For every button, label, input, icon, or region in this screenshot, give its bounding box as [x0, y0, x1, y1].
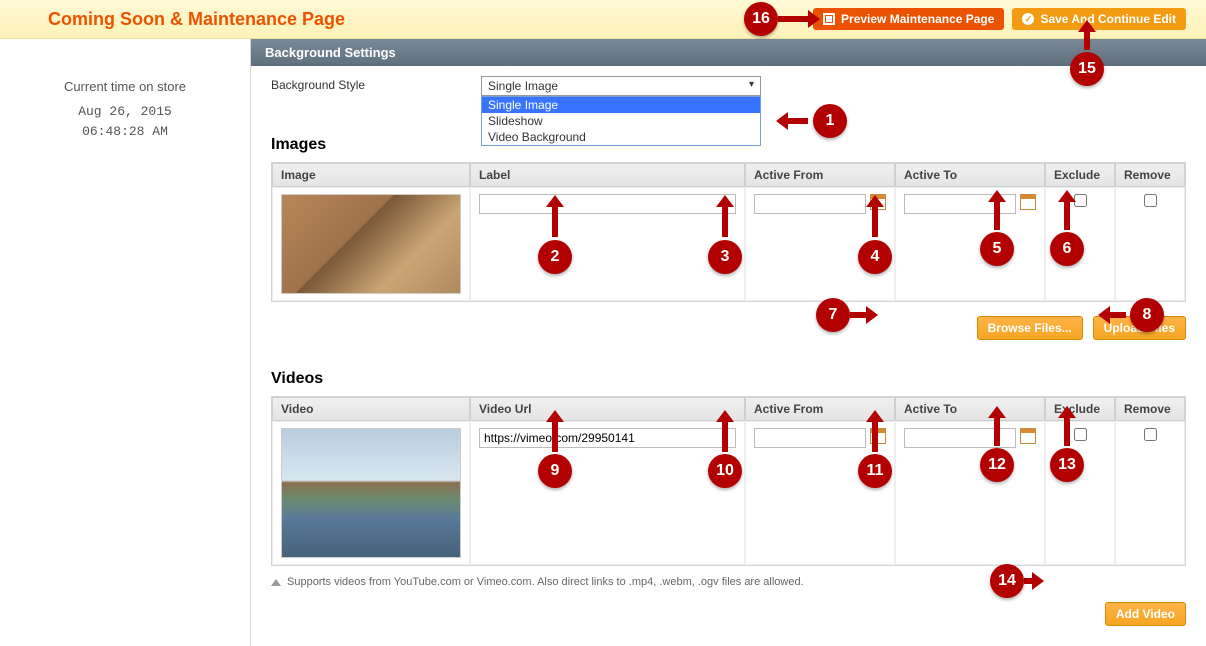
image-label-input[interactable]	[479, 194, 736, 214]
video-exclude-checkbox[interactable]	[1074, 428, 1087, 441]
vcol-url: Video Url	[470, 397, 745, 421]
arrow-4	[872, 205, 878, 237]
calendar-icon[interactable]	[1020, 428, 1036, 444]
page-title: Coming Soon & Maintenance Page	[48, 9, 813, 30]
arrow-11	[872, 420, 878, 452]
page: Coming Soon & Maintenance Page Preview M…	[0, 0, 1206, 646]
arrow-8	[1108, 312, 1126, 318]
bg-style-selected[interactable]: Single Image	[481, 76, 761, 96]
videos-button-row: Add Video	[271, 602, 1186, 626]
bg-style-select[interactable]: Single Image Single Image Slideshow Vide…	[481, 76, 761, 96]
arrow-7	[850, 312, 868, 318]
col-active-to: Active To	[895, 163, 1045, 187]
browse-files-button[interactable]: Browse Files...	[977, 316, 1083, 340]
save-continue-button[interactable]: ✓ Save And Continue Edit	[1012, 8, 1186, 30]
video-thumb-cell	[272, 421, 470, 565]
bg-style-option-single[interactable]: Single Image	[482, 97, 760, 113]
video-remove-checkbox[interactable]	[1144, 428, 1157, 441]
images-table: Image Label Active From Active To Exclud…	[271, 162, 1186, 302]
image-thumbnail[interactable]	[281, 194, 461, 294]
image-exclude-cell	[1045, 187, 1115, 301]
section-header: Background Settings	[251, 39, 1206, 66]
main-panel: Background Settings Background Style Sin…	[251, 39, 1206, 646]
arrow-9	[552, 420, 558, 452]
arrow-14	[1024, 578, 1034, 584]
bg-style-row: Background Style Single Image Single Ima…	[271, 76, 1186, 96]
video-remove-cell	[1115, 421, 1185, 565]
images-header-row: Image Label Active From Active To Exclud…	[272, 163, 1185, 187]
col-image: Image	[272, 163, 470, 187]
videos-row	[272, 421, 1185, 565]
arrow-15	[1084, 30, 1090, 50]
video-note: Supports videos from YouTube.com or Vime…	[287, 576, 804, 588]
calendar-icon[interactable]	[1020, 194, 1036, 210]
preview-icon	[823, 13, 835, 25]
image-thumb-cell	[272, 187, 470, 301]
video-note-row: Supports videos from YouTube.com or Vime…	[271, 576, 1186, 588]
col-label: Label	[470, 163, 745, 187]
check-icon: ✓	[1022, 13, 1034, 25]
time-date: Aug 26, 2015	[20, 102, 230, 122]
header-buttons: Preview Maintenance Page ✓ Save And Cont…	[813, 8, 1186, 30]
col-active-from: Active From	[745, 163, 895, 187]
preview-button[interactable]: Preview Maintenance Page	[813, 8, 1004, 30]
panel-body: Background Style Single Image Single Ima…	[251, 66, 1206, 646]
image-label-cell	[470, 187, 745, 301]
preview-button-label: Preview Maintenance Page	[841, 12, 994, 26]
arrow-12	[994, 416, 1000, 446]
video-thumbnail[interactable]	[281, 428, 461, 558]
video-to-cell	[895, 421, 1045, 565]
col-exclude: Exclude	[1045, 163, 1115, 187]
vcol-to: Active To	[895, 397, 1045, 421]
arrow-1	[786, 118, 808, 124]
image-remove-checkbox[interactable]	[1144, 194, 1157, 207]
arrow-10	[722, 420, 728, 452]
image-remove-cell	[1115, 187, 1185, 301]
time-label: Current time on store	[20, 79, 230, 94]
sidebar-time: Current time on store Aug 26, 2015 06:48…	[0, 39, 250, 646]
arrow-5	[994, 200, 1000, 230]
arrow-6	[1064, 200, 1070, 230]
time-clock: 06:48:28 AM	[20, 122, 230, 142]
col-remove: Remove	[1115, 163, 1185, 187]
layout: Current time on store Aug 26, 2015 06:48…	[0, 39, 1206, 646]
vcol-exclude: Exclude	[1045, 397, 1115, 421]
triangle-icon	[271, 579, 281, 586]
arrow-16	[778, 16, 810, 22]
bg-style-option-slideshow[interactable]: Slideshow	[482, 113, 760, 129]
video-url-input[interactable]	[479, 428, 736, 448]
videos-title: Videos	[271, 370, 1186, 388]
video-exclude-cell	[1045, 421, 1115, 565]
vcol-video: Video	[272, 397, 470, 421]
bg-style-label: Background Style	[271, 76, 481, 92]
bg-style-option-video[interactable]: Video Background	[482, 129, 760, 145]
save-button-label: Save And Continue Edit	[1040, 12, 1176, 26]
image-from-input[interactable]	[754, 194, 866, 214]
video-url-cell	[470, 421, 745, 565]
bg-style-dropdown: Single Image Slideshow Video Background	[481, 96, 761, 146]
video-from-input[interactable]	[754, 428, 866, 448]
add-video-button[interactable]: Add Video	[1105, 602, 1186, 626]
arrow-3	[722, 205, 728, 237]
arrow-2	[552, 205, 558, 237]
arrow-13	[1064, 416, 1070, 446]
image-to-cell	[895, 187, 1045, 301]
images-button-row: Browse Files... Upload Files	[271, 316, 1186, 340]
vcol-remove: Remove	[1115, 397, 1185, 421]
header-bar: Coming Soon & Maintenance Page Preview M…	[0, 0, 1206, 39]
